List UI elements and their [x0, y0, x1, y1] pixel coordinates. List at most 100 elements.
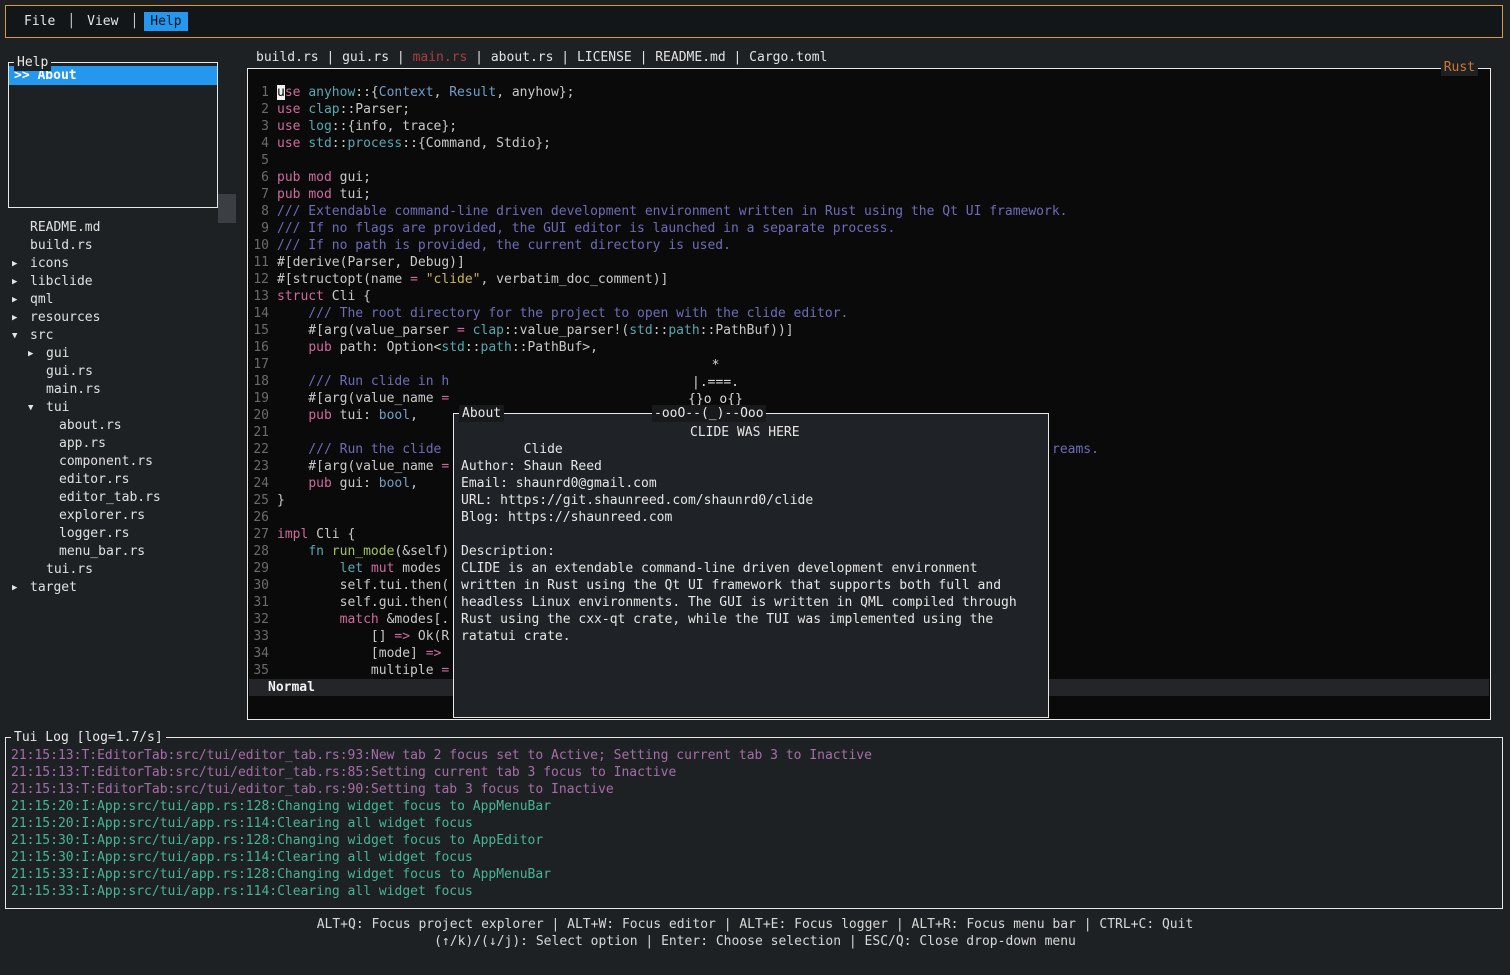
- about-body-line: ratatui crate.: [461, 628, 1041, 645]
- code-token: =>: [426, 646, 442, 661]
- code-line: 1use anyhow::{Context, Result, anyhow};: [249, 84, 1489, 101]
- about-body-line: headless Linux environments. The GUI is …: [461, 594, 1041, 611]
- explorer-item-menu_bar.rs[interactable]: menu_bar.rs: [8, 543, 240, 561]
- about-dialog-box: About -ooO--(_)--Ooo Clide CLIDE WAS HER…: [453, 413, 1049, 718]
- code-token: =: [441, 459, 449, 474]
- log-entry: 21:15:33:I:App:src/tui/app.rs:114:Cleari…: [11, 883, 1502, 900]
- explorer-item-label: explorer.rs: [59, 507, 145, 525]
- code-token: &modes[.: [379, 612, 449, 627]
- line-number: 26: [253, 509, 269, 526]
- code-token: ::PathBuf>,: [512, 340, 598, 355]
- explorer-item-logger.rs[interactable]: logger.rs: [8, 525, 240, 543]
- menu-item-help[interactable]: Help: [144, 12, 187, 31]
- explorer-item-component.rs[interactable]: component.rs: [8, 453, 240, 471]
- explorer-item-tui.rs[interactable]: tui.rs: [8, 561, 240, 579]
- explorer-item-README.md[interactable]: README.md: [8, 219, 240, 237]
- ascii-art-line: |.===.: [658, 374, 773, 391]
- line-number: 11: [253, 254, 269, 271]
- log-entry: 21:15:20:I:App:src/tui/app.rs:128:Changi…: [11, 798, 1502, 815]
- explorer-item-label: target: [30, 579, 77, 597]
- line-number: 30: [253, 577, 269, 594]
- tab-LICENSE[interactable]: LICENSE: [577, 50, 632, 65]
- code-token: Context: [379, 85, 434, 100]
- explorer-item-editor_tab.rs[interactable]: editor_tab.rs: [8, 489, 240, 507]
- log-entry: 21:15:20:I:App:src/tui/app.rs:114:Cleari…: [11, 815, 1502, 832]
- explorer-item-label: logger.rs: [59, 525, 129, 543]
- explorer-item-explorer.rs[interactable]: explorer.rs: [8, 507, 240, 525]
- explorer-item-label: README.md: [30, 219, 100, 237]
- code-token: =>: [394, 629, 410, 644]
- explorer-item-editor.rs[interactable]: editor.rs: [8, 471, 240, 489]
- explorer-item-app.rs[interactable]: app.rs: [8, 435, 240, 453]
- code-line: 4use std::process::{Command, Stdio};: [249, 135, 1489, 152]
- code-token: ,: [434, 85, 450, 100]
- explorer-item-gui[interactable]: ▶gui: [8, 345, 240, 363]
- explorer-item-qml[interactable]: ▶qml: [8, 291, 240, 309]
- code-token: use: [277, 136, 300, 151]
- line-number: 18: [253, 373, 269, 390]
- code-token: use: [277, 119, 300, 134]
- tab-README.md[interactable]: README.md: [655, 50, 725, 65]
- editor-tabs: build.rs | gui.rs | main.rs | about.rs |…: [256, 49, 827, 67]
- explorer-item-libclide[interactable]: ▶libclide: [8, 273, 240, 291]
- code-token: ::{info, trace};: [332, 119, 457, 134]
- code-token: /// If no path is provided, the current …: [277, 238, 731, 253]
- code-token: gui;: [332, 170, 371, 185]
- tab-gui.rs[interactable]: gui.rs: [342, 50, 389, 65]
- triangle-right-icon: ▶: [12, 579, 30, 597]
- explorer-item-build.rs[interactable]: build.rs: [8, 237, 240, 255]
- line-number: 34: [253, 645, 269, 662]
- explorer-item-resources[interactable]: ▶resources: [8, 309, 240, 327]
- menu-item-file[interactable]: File: [18, 12, 61, 31]
- code-line: 5: [249, 152, 1489, 169]
- tab-build.rs[interactable]: build.rs: [256, 50, 319, 65]
- code-token: let: [340, 561, 363, 576]
- code-token: , verbatim_doc_comment)]: [481, 272, 669, 287]
- code-token: =: [457, 323, 465, 338]
- log-panel-title: Tui Log [log=1.7/s]: [11, 729, 166, 746]
- tab-Cargo.toml[interactable]: Cargo.toml: [749, 50, 827, 65]
- explorer-item-main.rs[interactable]: main.rs: [8, 381, 240, 399]
- code-token: [363, 561, 371, 576]
- tab-separator: |: [726, 50, 749, 65]
- code-token: []: [277, 629, 394, 644]
- log-entry: 21:15:33:I:App:src/tui/app.rs:128:Changi…: [11, 866, 1502, 883]
- code-token: [324, 544, 332, 559]
- triangle-down-icon: ▼: [12, 327, 30, 345]
- explorer-item-label: about.rs: [59, 417, 122, 435]
- line-number: 15: [253, 322, 269, 339]
- code-token: "clide": [426, 272, 481, 287]
- code-token: }: [277, 493, 285, 508]
- keybind-help-line2: (↑/k)/(↓/j): Select option | Enter: Choo…: [0, 933, 1510, 950]
- code-token-tail: reams.: [1052, 441, 1099, 458]
- about-body-line: Blog: https://shaunreed.com: [461, 509, 1041, 526]
- explorer-item-src[interactable]: ▼src: [8, 327, 240, 345]
- tab-main.rs[interactable]: main.rs: [413, 50, 468, 65]
- line-number: 27: [253, 526, 269, 543]
- code-token: /// Extendable command-line driven devel…: [277, 204, 1068, 219]
- line-number: 10: [253, 237, 269, 254]
- tab-about.rs[interactable]: about.rs: [491, 50, 554, 65]
- code-token: se: [285, 85, 301, 100]
- code-token: Cli {: [308, 527, 355, 542]
- code-line: 11#[derive(Parser, Debug)]: [249, 254, 1489, 271]
- line-number: 20: [253, 407, 269, 424]
- about-app-name: Clide: [524, 442, 563, 457]
- code-token: tui;: [332, 187, 371, 202]
- explorer-item-target[interactable]: ▶target: [8, 579, 240, 597]
- code-token: [277, 476, 308, 491]
- line-number: 9: [253, 220, 269, 237]
- code-line: 2use clap::Parser;: [249, 101, 1489, 118]
- explorer-item-gui.rs[interactable]: gui.rs: [8, 363, 240, 381]
- code-line: 14 /// The root directory for the projec…: [249, 305, 1489, 322]
- tab-separator: |: [389, 50, 412, 65]
- explorer-item-about.rs[interactable]: about.rs: [8, 417, 240, 435]
- code-token: path: [668, 323, 699, 338]
- explorer-item-label: tui: [46, 399, 69, 417]
- menu-item-view[interactable]: View: [81, 12, 124, 31]
- explorer-item-tui[interactable]: ▼tui: [8, 399, 240, 417]
- explorer-item-icons[interactable]: ▶icons: [8, 255, 240, 273]
- code-token: ::: [653, 323, 669, 338]
- log-panel[interactable]: Tui Log [log=1.7/s] 21:15:13:T:EditorTab…: [5, 737, 1503, 909]
- explorer-item-label: build.rs: [30, 237, 93, 255]
